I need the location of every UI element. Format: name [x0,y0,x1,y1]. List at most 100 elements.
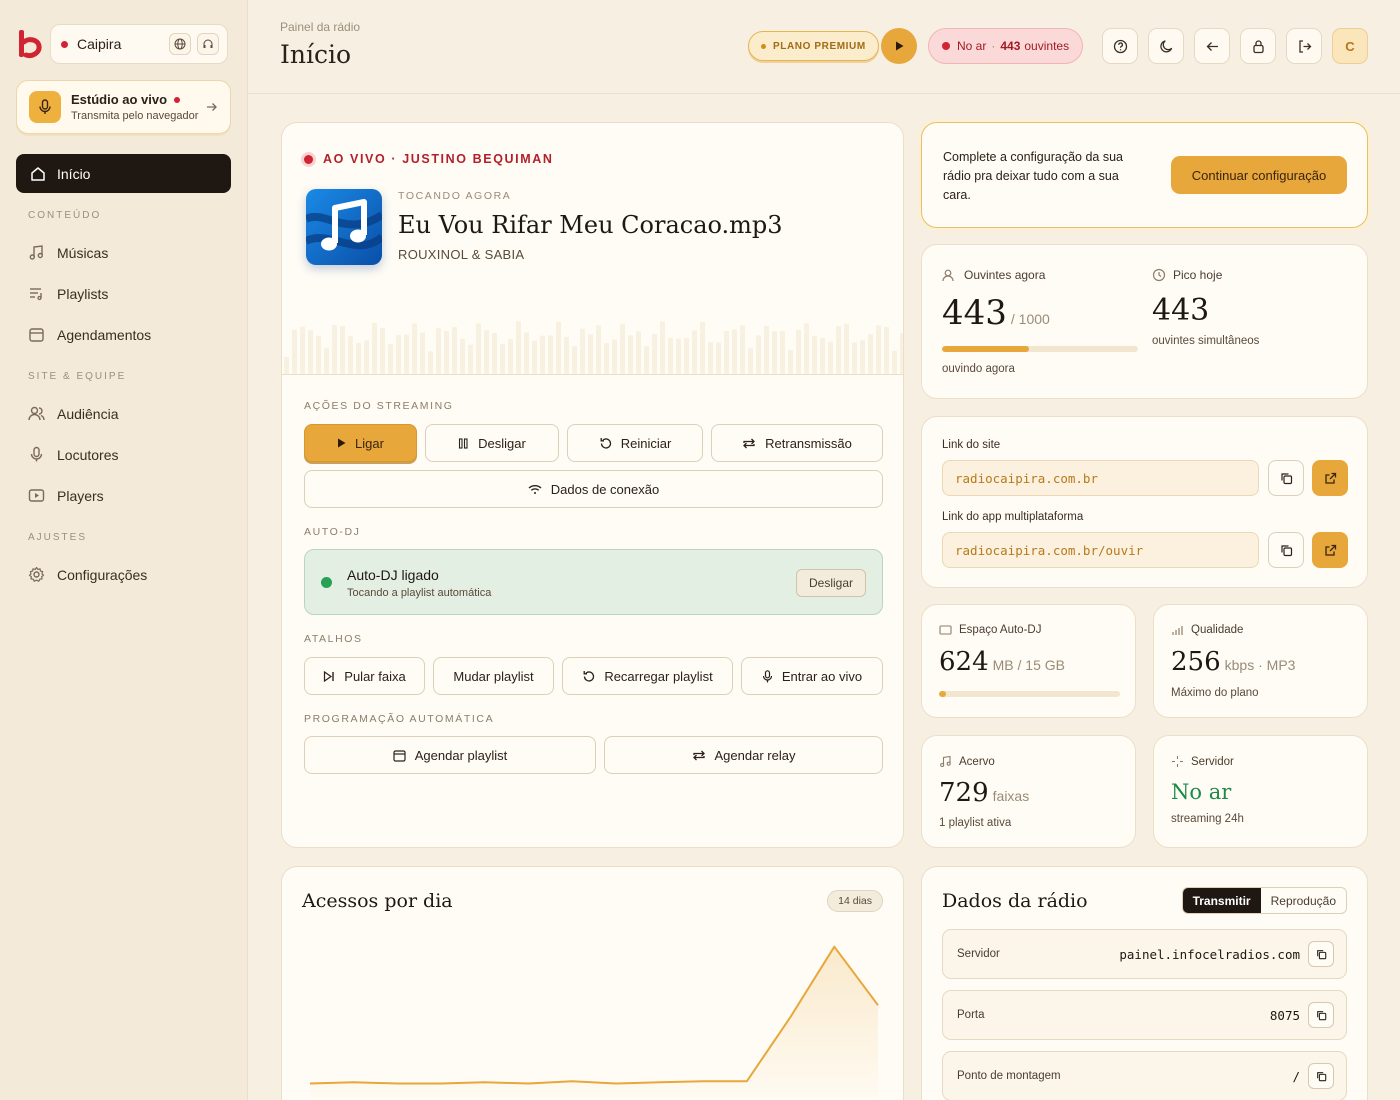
sidebar: Caipira Estúdio ao vivo Transmita pelo n… [0,0,248,1100]
plan-badge[interactable]: PLANO PREMIUM [748,31,879,61]
autodj-subtitle: Tocando a playlist automática [347,587,492,599]
external-link-icon [1324,544,1336,556]
plan-dot [761,43,766,49]
sparkle-icon [1172,756,1183,767]
help-button[interactable] [1102,28,1138,64]
globe-icon[interactable] [169,33,191,55]
sidebar-item-label: Players [57,487,104,504]
copy-site-link-button[interactable] [1268,460,1304,496]
button-label: Agendar playlist [414,747,508,763]
wave-bar [452,327,457,375]
wave-bar [444,331,449,375]
sidebar-item-inicio[interactable]: Início [16,154,231,193]
wave-bar [556,321,561,375]
wave-bar [284,357,289,375]
copy-app-link-button[interactable] [1268,532,1304,568]
reload-playlist-button[interactable]: Recarregar playlist [562,657,733,695]
wave-bar [364,340,369,375]
label-text: Espaço Auto-DJ [959,624,1042,636]
open-app-link-button[interactable] [1312,532,1348,568]
sidebar-item-configuracoes[interactable]: Configurações [28,566,147,583]
sidebar-item-playlists[interactable]: Playlists [28,285,108,302]
go-live-button[interactable]: Entrar ao vivo [741,657,883,695]
back-button[interactable] [1194,28,1230,64]
tab-transmitir[interactable]: Transmitir [1182,888,1261,913]
change-playlist-button[interactable]: Mudar playlist [433,657,554,695]
listeners-value: 443/ 1000 [942,293,1050,333]
wave-bar [844,323,849,375]
chart-title: Acessos por dia [302,890,453,912]
skip-track-button[interactable]: Pular faixa [304,657,425,695]
continue-setup-button[interactable]: Continuar configuração [1171,156,1347,194]
wave-bar [884,327,889,375]
period-badge[interactable]: 14 dias [827,890,883,912]
button-label: Dados de conexão [550,481,660,497]
autodj-off-button[interactable]: Desligar [795,569,866,597]
storage-progress [939,691,1120,697]
arrow-right-icon [207,103,217,111]
site-link-field[interactable]: radiocaipira.com.br [942,460,1259,496]
sidebar-item-agendamentos[interactable]: Agendamentos [28,326,151,343]
live-dot [942,42,950,50]
play-button[interactable] [881,28,917,64]
lock-button[interactable] [1240,28,1276,64]
links-card: Link do site radiocaipira.com.br Link do… [921,416,1368,588]
auto-schedule-label: PROGRAMAÇÃO AUTOMÁTICA [304,713,495,725]
copy-icon[interactable] [1308,1063,1334,1089]
schedule-playlist-button[interactable]: Agendar playlist [304,736,596,774]
wave-bar [644,346,649,375]
button-label: Agendar relay [714,747,796,763]
skip-icon [324,670,334,682]
now-playing-label: TOCANDO AGORA [398,190,512,202]
start-stream-button[interactable]: Ligar [304,424,417,462]
wave-bar [324,348,329,375]
wave-bar [684,338,689,375]
brand-logo-icon[interactable] [18,28,42,60]
tab-reproducao[interactable]: Reprodução [1261,888,1346,913]
copy-icon[interactable] [1308,1002,1334,1028]
live-studio-card[interactable]: Estúdio ao vivo Transmita pelo navegador [16,80,231,134]
wave-bar [780,330,785,375]
play-icon [896,41,904,51]
clock-icon [1152,268,1166,282]
app-link-field[interactable]: radiocaipira.com.br/ouvir [942,532,1259,568]
wave-bar [652,333,657,375]
wave-bar [836,326,841,375]
sidebar-item-audiencia[interactable]: Audiência [28,405,119,422]
station-selector[interactable]: Caipira [50,24,228,64]
accesses-chart-card: Acessos por dia 14 dias [281,866,904,1100]
restart-stream-button[interactable]: Reiniciar [567,424,703,462]
wave-bar [420,332,425,375]
open-site-link-button[interactable] [1312,460,1348,496]
wave-bar [716,342,721,375]
wave-bar [524,332,529,375]
relay-button[interactable]: Retransmissão [711,424,883,462]
sidebar-item-locutores[interactable]: Locutores [28,446,118,463]
headphones-icon[interactable] [197,33,219,55]
wifi-icon [528,484,542,494]
sidebar-item-musicas[interactable]: Músicas [28,244,108,261]
schedule-relay-button[interactable]: Agendar relay [604,736,883,774]
library-value: 729 faixas [939,778,1029,808]
wave-bar [548,335,553,375]
radio-data-title: Dados da rádio [942,890,1088,912]
peak-value: 443 [1152,293,1210,328]
wave-bar [756,335,761,375]
copy-icon[interactable] [1308,941,1334,967]
stop-stream-button[interactable]: Desligar [425,424,559,462]
server-row: Servidor painel.infocelradios.com [942,929,1347,979]
value-text: 256 [1171,647,1221,677]
theme-toggle-button[interactable] [1148,28,1184,64]
listeners-count: 443 [1000,39,1021,53]
wave-bar [828,341,833,375]
value-text: 729 [939,778,989,808]
connection-data-button[interactable]: Dados de conexão [304,470,883,508]
wave-bar [660,321,665,375]
logout-button[interactable] [1286,28,1322,64]
streaming-actions-label: AÇÕES DO STREAMING [304,400,454,412]
user-avatar[interactable]: C [1332,28,1368,64]
sidebar-item-players[interactable]: Players [28,487,104,504]
on-air-badge[interactable]: No ar · 443 ouvintes [928,28,1084,64]
wave-bar [724,330,729,375]
copy-icon [1280,472,1292,484]
